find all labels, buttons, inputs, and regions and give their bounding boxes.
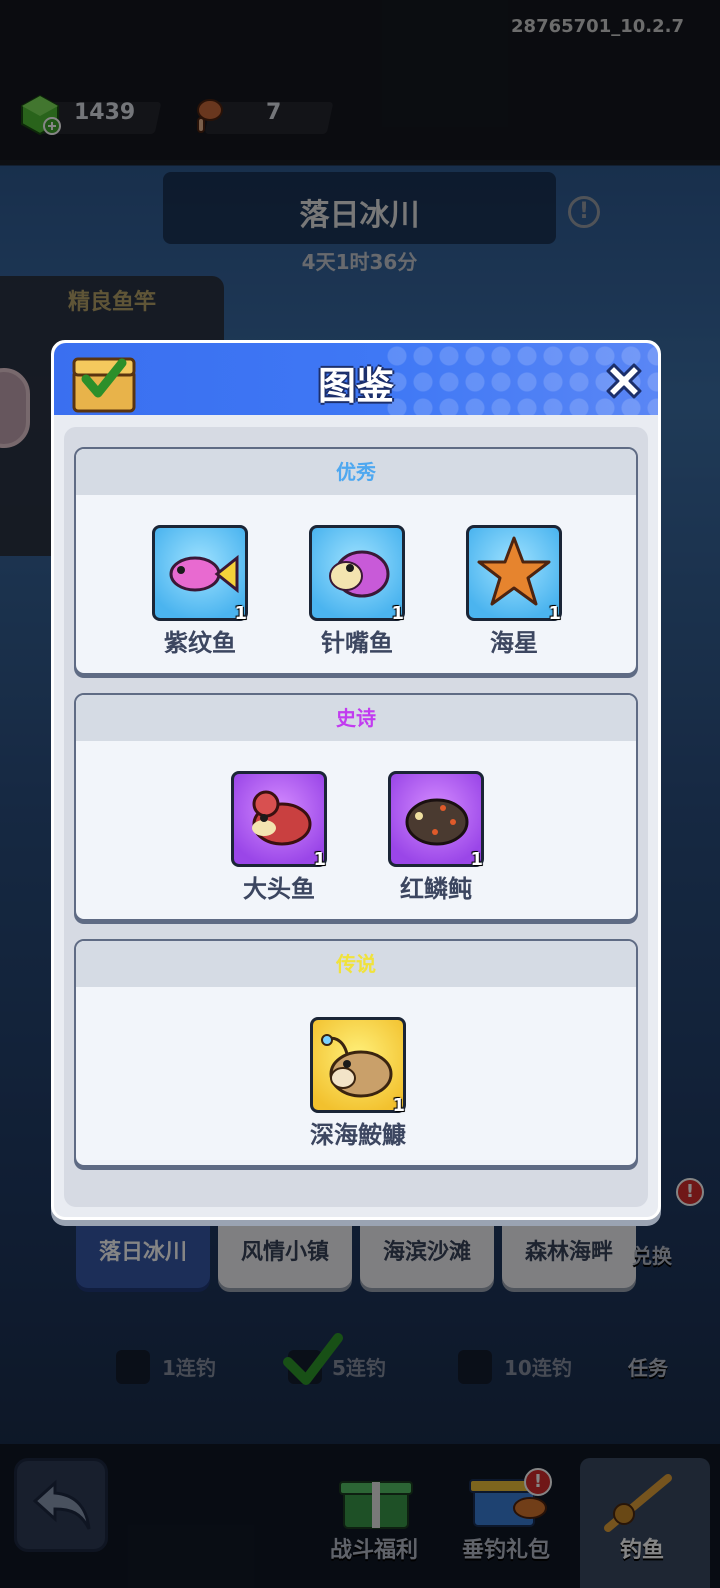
modal-body: 优秀 1 紫纹鱼 1 针嘴鱼 1 海星 史诗 1 大头鱼 1 红鳞鲀 传说 1 … bbox=[64, 427, 648, 1207]
red-scaled-puffer-icon bbox=[405, 798, 469, 846]
section-epic: 史诗 1 大头鱼 1 红鳞鲀 bbox=[74, 693, 638, 921]
item-tile: 1 bbox=[152, 525, 248, 624]
collection-item[interactable]: 1 海星 bbox=[459, 525, 569, 658]
item-name: 大头鱼 bbox=[243, 875, 315, 903]
section-excellent: 优秀 1 紫纹鱼 1 针嘴鱼 1 海星 bbox=[74, 447, 638, 675]
item-name: 海星 bbox=[490, 629, 538, 657]
section-title: 史诗 bbox=[76, 695, 636, 741]
section-title: 传说 bbox=[76, 941, 636, 987]
item-name: 深海鮟鱇 bbox=[310, 1121, 406, 1149]
anglerfish-icon bbox=[321, 1034, 393, 1098]
item-name: 红鳞鲀 bbox=[400, 875, 472, 903]
item-tile: 1 bbox=[309, 525, 405, 624]
item-name: 针嘴鱼 bbox=[321, 629, 393, 657]
collection-item[interactable]: 1 大头鱼 bbox=[224, 771, 334, 904]
close-icon[interactable] bbox=[600, 357, 648, 405]
section-title: 优秀 bbox=[76, 449, 636, 495]
encyclopedia-modal: 图鉴 优秀 1 紫纹鱼 1 针嘴鱼 1 海星 史诗 1 大头鱼 1 红鳞鲀 传说… bbox=[51, 340, 661, 1220]
purple-striped-fish-icon bbox=[169, 554, 239, 594]
big-head-fish-icon bbox=[252, 790, 312, 846]
item-tile: 1 bbox=[466, 525, 562, 624]
needle-fish-icon bbox=[329, 550, 390, 598]
item-tile: 1 bbox=[231, 771, 327, 870]
item-name: 紫纹鱼 bbox=[164, 629, 236, 657]
item-tile: 1 bbox=[310, 1017, 406, 1116]
collection-item[interactable]: 1 紫纹鱼 bbox=[145, 525, 255, 658]
section-legendary: 传说 1 深海鮟鱇 bbox=[74, 939, 638, 1167]
collection-item[interactable]: 1 深海鮟鱇 bbox=[303, 1017, 413, 1150]
collection-item[interactable]: 1 针嘴鱼 bbox=[302, 525, 412, 658]
item-tile: 1 bbox=[388, 771, 484, 870]
starfish-icon bbox=[477, 536, 551, 606]
modal-title: 图鉴 bbox=[317, 364, 394, 408]
collection-item[interactable]: 1 红鳞鲀 bbox=[381, 771, 491, 904]
